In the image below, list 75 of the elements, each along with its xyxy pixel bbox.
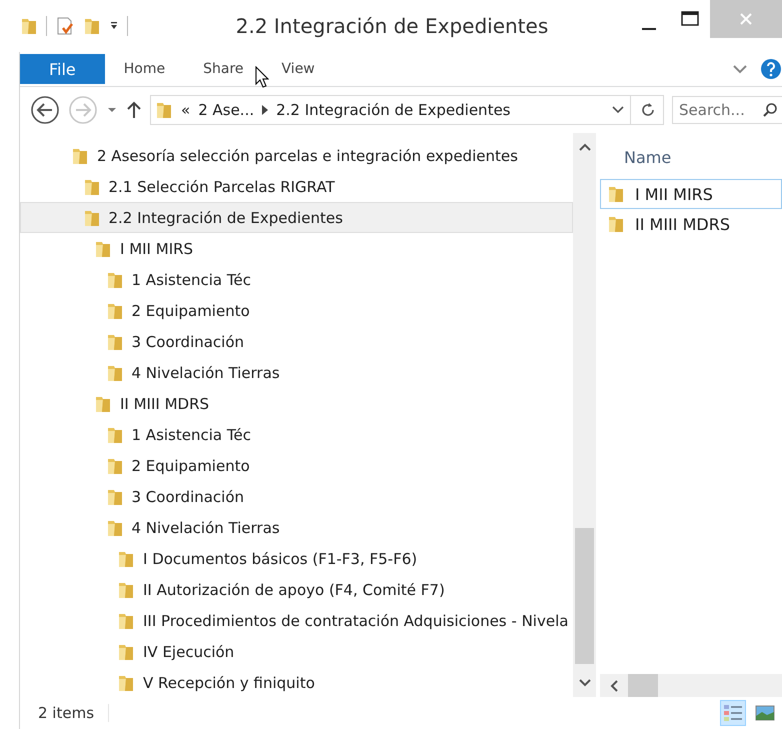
tree-item[interactable]: II Autorización de apoyo (F4, Comité F7) xyxy=(20,574,573,605)
folder-icon xyxy=(117,550,135,568)
search-field[interactable]: Search... xyxy=(672,96,782,124)
breadcrumb[interactable]: 2.2 Integración de Expedientes xyxy=(276,101,510,119)
folder-icon xyxy=(106,518,124,536)
item-count: 2 items xyxy=(38,704,110,722)
folder-icon xyxy=(106,456,124,474)
expand-ribbon-icon[interactable] xyxy=(732,63,748,75)
tree-item[interactable]: 2 Equipamiento xyxy=(20,295,573,326)
folder-icon xyxy=(20,17,38,35)
folder-icon xyxy=(94,240,112,258)
scroll-down-icon[interactable] xyxy=(578,679,590,687)
dropdown-icon[interactable] xyxy=(109,21,119,31)
folder-icon xyxy=(607,185,625,203)
back-icon[interactable] xyxy=(30,95,60,125)
horizontal-scrollbar[interactable] xyxy=(600,674,782,697)
folder-icon xyxy=(106,332,124,350)
folder-icon xyxy=(117,674,135,692)
folder-icon xyxy=(106,302,124,320)
refresh-icon[interactable] xyxy=(639,101,657,119)
file-item[interactable]: II MIII MDRS xyxy=(600,209,782,239)
tree-item[interactable]: 3 Coordinación xyxy=(20,326,573,357)
help-icon[interactable] xyxy=(760,58,782,80)
recent-dropdown-icon[interactable] xyxy=(106,105,118,115)
tree-item[interactable]: II MIII MDRS xyxy=(20,388,573,419)
details-view-icon xyxy=(723,703,743,723)
folder-icon xyxy=(117,580,135,598)
tree-item[interactable]: IV Ejecución xyxy=(20,636,573,667)
properties-icon[interactable] xyxy=(55,16,75,36)
folder-icon xyxy=(106,364,124,382)
large-icons-view-icon xyxy=(755,705,775,721)
tree-item[interactable]: 4 Nivelación Tierras xyxy=(20,512,573,543)
tree-item[interactable]: 4 Nivelación Tierras xyxy=(20,357,573,388)
tree-item[interactable]: 2.2 Integración de Expedientes xyxy=(20,202,573,233)
scroll-left-icon[interactable] xyxy=(610,680,618,692)
tree-item[interactable]: 2 Equipamiento xyxy=(20,450,573,481)
folder-icon xyxy=(607,215,625,233)
breadcrumb[interactable]: 2 Ase... xyxy=(198,101,254,119)
tree-item[interactable]: I MII MIRS xyxy=(20,233,573,264)
close-icon xyxy=(739,12,753,26)
ribbon-tab[interactable]: Home xyxy=(104,52,184,86)
vertical-scrollbar[interactable] xyxy=(573,133,596,697)
window-title: 2.2 Integración de Expedientes xyxy=(234,14,550,38)
folder-icon xyxy=(106,426,124,444)
folder-icon xyxy=(106,270,124,288)
folder-icon xyxy=(82,208,100,226)
tree-item[interactable]: 3 Coordinación xyxy=(20,481,573,512)
scrollbar-thumb[interactable] xyxy=(628,674,658,697)
file-tab[interactable]: File xyxy=(20,54,105,84)
file-item[interactable]: I MII MIRS xyxy=(600,179,782,209)
up-icon[interactable] xyxy=(126,100,142,120)
scroll-up-icon[interactable] xyxy=(578,143,590,151)
address-bar[interactable]: « 2 Ase... 2.2 Integración de Expedientes xyxy=(150,95,664,125)
tree-item[interactable]: 1 Asistencia Téc xyxy=(20,419,573,450)
column-header[interactable]: Name xyxy=(600,135,782,179)
folder-icon xyxy=(71,146,89,164)
tree-item[interactable]: I Documentos básicos (F1-F3, F5-F6) xyxy=(20,543,573,574)
folder-icon xyxy=(117,642,135,660)
tree-item[interactable]: 2.1 Selección Parcelas RIGRAT xyxy=(20,171,573,202)
tree-item[interactable]: 2 Asesoría selección parcelas e integración expedientes xyxy=(20,140,573,171)
new-folder-icon xyxy=(83,17,101,35)
overflow-chevron[interactable]: « xyxy=(181,101,190,119)
breadcrumb-arrow-icon[interactable] xyxy=(262,105,268,115)
cursor-icon xyxy=(255,66,269,88)
view-button[interactable] xyxy=(720,700,746,726)
folder-icon xyxy=(94,394,112,412)
folder-icon xyxy=(106,488,124,506)
tree-item[interactable]: V Recepción y finiquito xyxy=(20,667,573,697)
tree-item[interactable]: 1 Asistencia Téc xyxy=(20,264,573,295)
folder-icon xyxy=(155,101,173,119)
folder-icon xyxy=(117,612,135,630)
address-dropdown-icon[interactable] xyxy=(612,106,624,114)
folder-icon xyxy=(82,178,100,196)
scrollbar-thumb[interactable] xyxy=(575,528,594,664)
tree-item[interactable]: III Procedimientos de contratación Adquisiciones - Nivela xyxy=(20,605,573,636)
